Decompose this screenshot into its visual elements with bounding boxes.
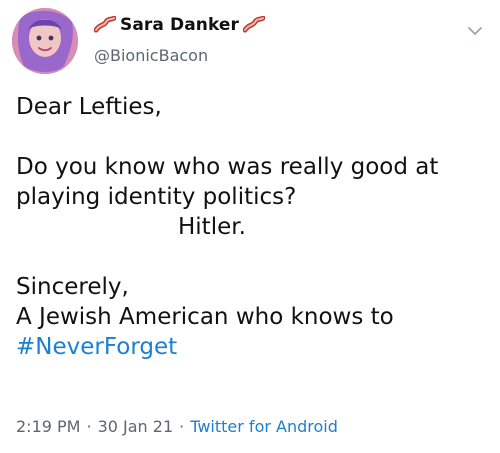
- bacon-icon: [94, 16, 116, 34]
- bacon-icon: [243, 16, 266, 34]
- tweet-date: 30 Jan 21: [97, 417, 174, 436]
- hashtag-link[interactable]: #NeverForget: [16, 332, 486, 362]
- separator-dot: ·: [179, 417, 185, 436]
- tweet-line: Do you know who was really good at: [16, 154, 439, 180]
- separator-dot: ·: [86, 417, 92, 436]
- tweet-text: Dear Lefties, Do you know who was really…: [16, 92, 486, 362]
- tweet-meta: 2:19 PM · 30 Jan 21 · Twitter for Androi…: [16, 417, 338, 436]
- tweet-line: A Jewish American who knows to: [16, 304, 394, 330]
- chevron-down-icon[interactable]: [466, 22, 484, 40]
- tweet-card: Sara Danker @BionicBacon Dear Lefties, D…: [0, 0, 500, 453]
- tweet-time: 2:19 PM: [16, 417, 81, 436]
- tweet-line: Sincerely,: [16, 274, 129, 300]
- author-name-row[interactable]: Sara Danker: [94, 12, 266, 38]
- tweet-line: Dear Lefties,: [16, 94, 162, 120]
- tweet-line: Hitler.: [178, 214, 246, 240]
- tweet-line: playing identity politics?: [16, 184, 297, 210]
- tweet-source-link[interactable]: Twitter for Android: [190, 417, 338, 436]
- author-handle[interactable]: @BionicBacon: [94, 46, 208, 65]
- display-name[interactable]: Sara Danker: [120, 15, 239, 35]
- avatar[interactable]: [12, 8, 78, 74]
